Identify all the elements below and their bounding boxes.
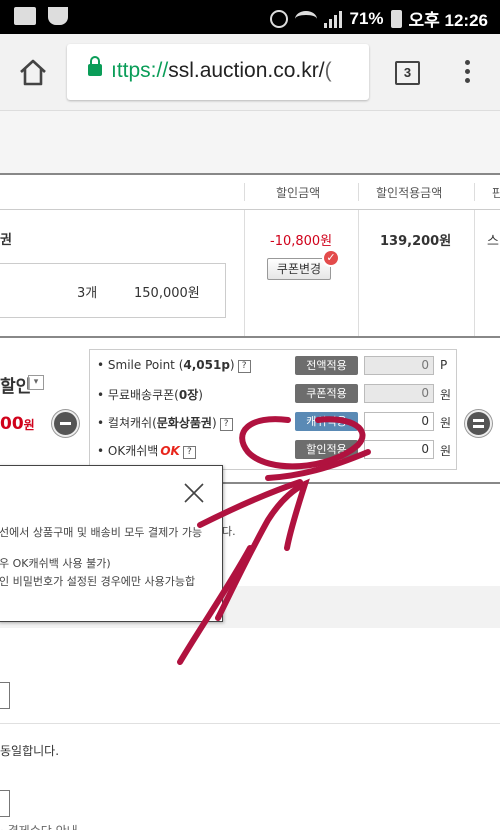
divider bbox=[358, 210, 359, 336]
table-header: 할인금액 할인적용금액 판 bbox=[0, 173, 500, 210]
close-icon[interactable] bbox=[182, 481, 206, 505]
option-box: 3개 150,000원 bbox=[0, 263, 226, 318]
divider bbox=[0, 723, 500, 724]
battery-percent: 71% bbox=[349, 8, 384, 28]
ok-cashbag-tooltip: 선에서 상품구매 및 배송비 모두 결제가 가능 우 OK캐쉬백 사용 불가) … bbox=[0, 465, 223, 622]
coupon-change-button[interactable]: 쿠폰변경 bbox=[267, 258, 331, 280]
option-culture-cash: • 컬쳐캐쉬(문화상품권)? 캐쉬적용 0 원 bbox=[97, 412, 452, 431]
apply-coupon-button[interactable]: 쿠폰적용 bbox=[295, 384, 358, 403]
url-field[interactable]: ıttps://ssl.auction.co.kr/( bbox=[67, 44, 369, 100]
culture-cash-input[interactable]: 0 bbox=[364, 412, 434, 431]
item-amount: 150,000원 bbox=[134, 286, 200, 301]
apply-cash-button[interactable]: 캐쉬적용 bbox=[295, 412, 358, 431]
overflow-menu-icon[interactable] bbox=[463, 60, 471, 86]
col-cut: 판 bbox=[492, 186, 500, 200]
unit-label: P bbox=[440, 358, 448, 372]
option-ok-cashbag: • OK캐쉬백 OK? 할인적용 0 원 bbox=[97, 440, 452, 459]
status-bar: 71% 오후 12:26 bbox=[0, 0, 500, 34]
agree-checkbox[interactable] bbox=[0, 682, 10, 709]
lock-icon bbox=[88, 56, 102, 76]
section-divider bbox=[0, 336, 500, 338]
coffee-icon bbox=[48, 7, 68, 25]
col-applied-amount: 할인적용금액 bbox=[376, 186, 443, 200]
discount-section-title: 할인 bbox=[0, 377, 32, 397]
bluetooth-icon bbox=[270, 9, 289, 28]
discount-total: 00원 bbox=[0, 414, 35, 434]
help-icon[interactable]: ? bbox=[182, 446, 196, 459]
clock: 오후 12:26 bbox=[408, 11, 488, 30]
signal-icon bbox=[324, 10, 343, 28]
minus-icon bbox=[52, 410, 79, 437]
wifi-icon bbox=[295, 10, 318, 27]
cut-text: 스 bbox=[487, 234, 499, 249]
col-discount-amount: 할인금액 bbox=[276, 186, 321, 200]
divider bbox=[474, 210, 475, 336]
unit-label: 원 bbox=[440, 444, 452, 458]
ok-cashbag-input[interactable]: 0 bbox=[364, 440, 434, 459]
equals-icon bbox=[465, 410, 492, 437]
browser-toolbar: ıttps://ssl.auction.co.kr/( 3 bbox=[0, 34, 500, 111]
help-icon[interactable]: ? bbox=[219, 418, 233, 431]
tooltip-line: 우 OK캐쉬백 사용 불가) bbox=[0, 557, 111, 570]
tooltip-line: 인 비밀번호가 설정된 경우에만 사용가능합 bbox=[0, 575, 196, 588]
apply-all-button[interactable]: 전액적용 bbox=[295, 356, 358, 375]
unit-label: 원 bbox=[440, 416, 452, 430]
ok-cashbag-logo: OK bbox=[160, 444, 180, 458]
url-text: ıttps://ssl.auction.co.kr/( bbox=[111, 59, 332, 82]
notification-icon bbox=[14, 7, 36, 25]
chevron-down-icon[interactable]: ▾ bbox=[28, 375, 44, 390]
apply-discount-button[interactable]: 할인적용 bbox=[295, 440, 358, 459]
option-free-shipping: • 무료배송쿠폰(0장) 쿠폰적용 0 원 bbox=[97, 384, 452, 403]
shipping-coupon-input[interactable]: 0 bbox=[364, 384, 434, 403]
option-smile-point: • Smile Point (4,051p)? 전액적용 0 P bbox=[90, 354, 458, 378]
divider bbox=[358, 183, 359, 201]
product-title: 권 bbox=[0, 233, 12, 248]
agreement-text: 동일합니다. bbox=[0, 744, 60, 758]
check-icon: ✓ bbox=[322, 249, 340, 267]
tooltip-line: 선에서 상품구매 및 배송비 모두 결제가 가능 bbox=[0, 526, 203, 539]
agree-checkbox[interactable] bbox=[0, 790, 10, 817]
divider bbox=[244, 183, 245, 201]
quantity: 3개 bbox=[77, 286, 98, 301]
battery-icon bbox=[390, 9, 402, 28]
divider bbox=[474, 183, 475, 201]
help-icon[interactable]: ? bbox=[237, 360, 251, 373]
discount-amount: -10,800원 bbox=[270, 234, 333, 249]
divider bbox=[244, 210, 245, 336]
home-icon[interactable] bbox=[17, 56, 49, 88]
cut-text: · 결제수단 안내 bbox=[0, 822, 78, 830]
discount-options: • Smile Point (4,051p)? 전액적용 0 P • 무료배송쿠… bbox=[89, 349, 457, 470]
tooltip-overflow-text: 다. bbox=[222, 525, 236, 538]
applied-amount: 139,200원 bbox=[380, 234, 452, 249]
page-header-band bbox=[0, 111, 500, 173]
unit-label: 원 bbox=[440, 388, 452, 402]
tab-switcher-button[interactable]: 3 bbox=[395, 61, 420, 85]
smile-point-input[interactable]: 0 bbox=[364, 356, 434, 375]
